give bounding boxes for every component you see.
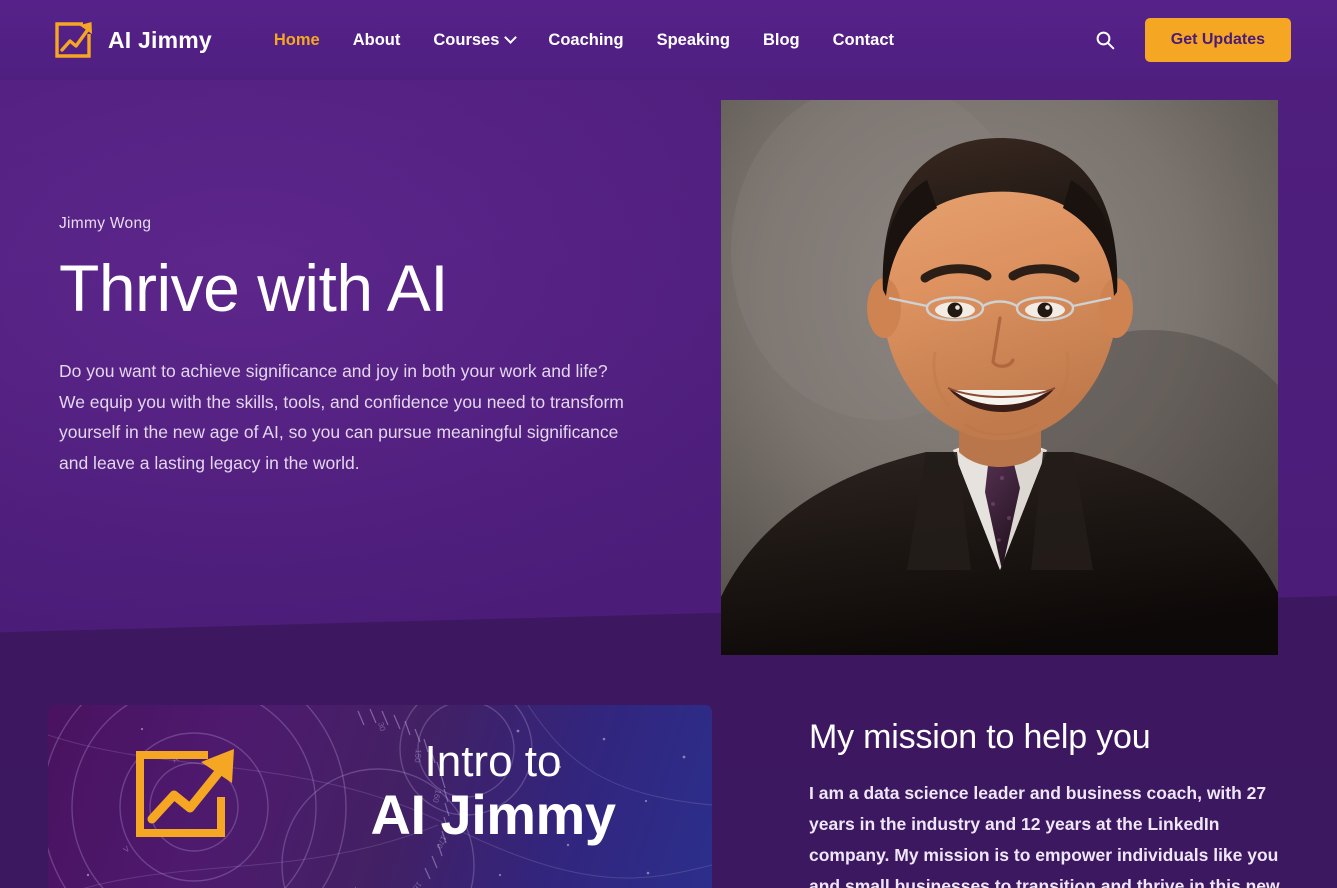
intro-card-line2: AI Jimmy: [370, 782, 617, 846]
site-header: AI Jimmy Home About Courses Coaching Spe…: [0, 0, 1337, 80]
search-icon[interactable]: [1092, 27, 1118, 53]
nav-link-home-label: Home: [273, 30, 320, 49]
nav-link-speaking-label: Speaking: [656, 30, 730, 49]
page-root: AI Jimmy Home About Courses Coaching Spe…: [0, 0, 1337, 888]
nav-link-speaking[interactable]: Speaking: [657, 31, 730, 50]
primary-navigation: Home About Courses Coaching Speaking Blo…: [274, 31, 894, 50]
chart-arrow-logo-icon: [136, 749, 234, 837]
chevron-down-icon: [504, 30, 518, 44]
mission-paragraph: I am a data science leader and business …: [809, 783, 1280, 888]
intro-card-line1: Intro to: [424, 737, 562, 786]
get-updates-button[interactable]: Get Updates: [1144, 18, 1291, 62]
header-actions: Get Updates: [1092, 18, 1291, 62]
nav-link-about[interactable]: About: [353, 31, 401, 50]
page-title: Thrive with AI: [59, 251, 449, 325]
hero-section: Jimmy Wong Thrive with AI Do you want to…: [59, 215, 659, 478]
nav-link-contact-label: Contact: [832, 30, 895, 49]
svg-text:180: 180: [408, 880, 424, 888]
intro-card-titles: Intro to AI Jimmy: [293, 739, 693, 845]
hero-paragraph: Do you want to achieve significance and …: [59, 361, 624, 473]
hero-eyebrow: Jimmy Wong: [59, 215, 152, 232]
nav-link-coaching[interactable]: Coaching: [548, 31, 623, 50]
brand-logo-link[interactable]: AI Jimmy: [52, 20, 212, 60]
nav-link-about-label: About: [352, 30, 401, 49]
nav-link-courses-label: Courses: [433, 30, 500, 49]
nav-link-courses[interactable]: Courses: [433, 30, 518, 50]
brand-name: AI Jimmy: [108, 26, 212, 53]
mission-title: My mission to help you: [809, 718, 1151, 756]
chart-arrow-logo-icon: [52, 20, 96, 60]
nav-link-blog[interactable]: Blog: [763, 31, 800, 50]
nav-link-coaching-label: Coaching: [548, 30, 624, 49]
intro-video-card[interactable]: 30 150 160 170 180 A V V: [48, 705, 712, 888]
nav-link-blog-label: Blog: [762, 30, 800, 49]
nav-link-contact[interactable]: Contact: [833, 31, 894, 50]
portrait-photo: [721, 100, 1278, 655]
nav-link-home[interactable]: Home: [274, 31, 320, 50]
mission-section: My mission to help you I am a data scien…: [809, 718, 1309, 888]
svg-text:30: 30: [376, 721, 387, 733]
